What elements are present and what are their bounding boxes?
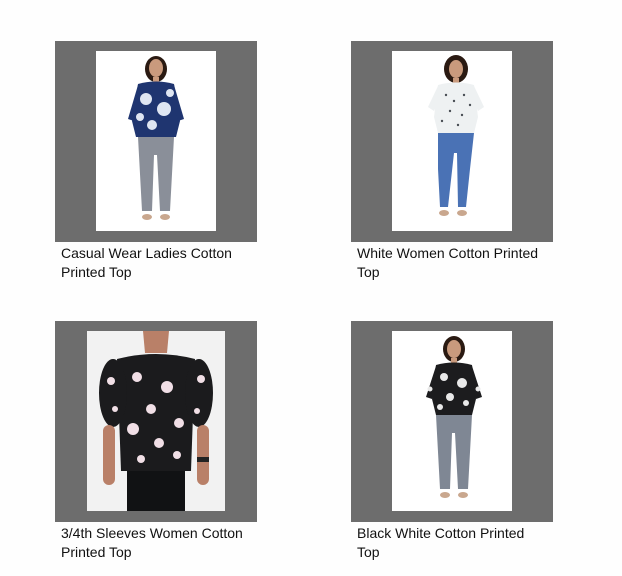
product-photo[interactable]	[96, 51, 216, 231]
product-title-line-1[interactable]: Casual Wear Ladies Cotton	[61, 244, 261, 263]
product-photo[interactable]	[87, 331, 225, 511]
product-photo-illustration	[87, 331, 225, 511]
product-photo[interactable]	[392, 331, 512, 511]
product-grid-page: Casual Wear Ladies Cotton Printed Top Wh…	[0, 0, 622, 576]
product-photo-illustration	[392, 331, 512, 511]
product-title-line-2[interactable]: Top	[357, 543, 557, 562]
product-card[interactable]: White Women Cotton Printed Top	[351, 41, 553, 282]
product-title[interactable]: Casual Wear Ladies Cotton Printed Top	[61, 244, 261, 282]
product-image-frame[interactable]	[351, 321, 553, 522]
product-card[interactable]: Casual Wear Ladies Cotton Printed Top	[55, 41, 257, 282]
product-title-line-2[interactable]: Top	[357, 263, 557, 282]
product-title-line-1[interactable]: 3/4th Sleeves Women Cotton	[61, 524, 261, 543]
product-image-frame[interactable]	[55, 321, 257, 522]
product-title-line-1[interactable]: White Women Cotton Printed	[357, 244, 557, 263]
product-title[interactable]: 3/4th Sleeves Women Cotton Printed Top	[61, 524, 261, 562]
product-photo-illustration	[96, 51, 216, 231]
product-image-frame[interactable]	[351, 41, 553, 242]
product-card[interactable]: 3/4th Sleeves Women Cotton Printed Top	[55, 321, 257, 562]
product-title-line-2[interactable]: Printed Top	[61, 263, 261, 282]
product-title[interactable]: White Women Cotton Printed Top	[357, 244, 557, 282]
product-card[interactable]: Black White Cotton Printed Top	[351, 321, 553, 562]
product-photo-illustration	[392, 51, 512, 231]
product-title[interactable]: Black White Cotton Printed Top	[357, 524, 557, 562]
product-image-frame[interactable]	[55, 41, 257, 242]
product-title-line-1[interactable]: Black White Cotton Printed	[357, 524, 557, 543]
product-title-line-2[interactable]: Printed Top	[61, 543, 261, 562]
product-photo[interactable]	[392, 51, 512, 231]
